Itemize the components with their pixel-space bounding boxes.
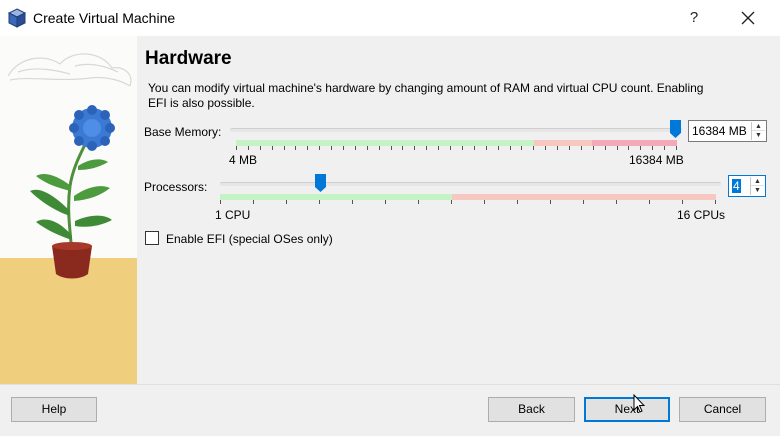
processors-slider-handle[interactable] [315, 174, 326, 192]
slider-tick [581, 146, 582, 150]
base-memory-value: 16384 MB [692, 124, 747, 138]
slider-tick [343, 146, 344, 150]
slider-tick [418, 200, 419, 204]
base-memory-ticks [236, 146, 677, 150]
slider-tick [649, 200, 650, 204]
slider-tick [379, 146, 380, 150]
slider-tick [319, 200, 320, 204]
slider-tick [605, 146, 606, 150]
close-button[interactable] [733, 4, 763, 32]
slider-tick [352, 200, 353, 204]
wizard-illustration [0, 36, 137, 384]
wizard-footer: Help Back Next Cancel [0, 384, 780, 436]
slider-tick [498, 146, 499, 150]
slider-tick [676, 146, 677, 150]
slider-tick [715, 200, 716, 204]
slider-tick [385, 200, 386, 204]
spin-down-icon[interactable]: ▼ [752, 131, 765, 140]
slider-tick [640, 146, 641, 150]
slider-tick [331, 146, 332, 150]
slider-tick [593, 146, 594, 150]
close-icon [741, 11, 755, 25]
processors-value: 4 [732, 179, 741, 193]
base-memory-label: Base Memory: [144, 125, 222, 139]
slider-tick [355, 146, 356, 150]
page-title: Hardware [145, 48, 232, 69]
plant-illustration [0, 36, 137, 384]
slider-tick [307, 146, 308, 150]
base-memory-spin-arrows[interactable]: ▲ ▼ [751, 122, 765, 140]
slider-tick [451, 200, 452, 204]
base-memory-max-label: 16384 MB [629, 153, 684, 167]
slider-tick [664, 146, 665, 150]
slider-tick [682, 200, 683, 204]
slider-tick [260, 146, 261, 150]
next-button[interactable]: Next [584, 397, 670, 422]
slider-tick [628, 146, 629, 150]
slider-tick [426, 146, 427, 150]
base-memory-slider-handle[interactable] [670, 120, 681, 138]
wizard-content: Hardware You can modify virtual machine'… [137, 36, 780, 384]
slider-tick [652, 146, 653, 150]
title-help-button[interactable]: ? [680, 4, 708, 32]
slider-tick [533, 146, 534, 150]
processors-label: Processors: [144, 180, 208, 194]
slider-tick [391, 146, 392, 150]
slider-tick [462, 146, 463, 150]
slider-tick [295, 146, 296, 150]
help-button[interactable]: Help [11, 397, 97, 422]
enable-efi-checkbox[interactable] [145, 231, 159, 245]
slider-tick [486, 146, 487, 150]
slider-tick [272, 146, 273, 150]
slider-tick [367, 146, 368, 150]
base-memory-slider-groove[interactable] [230, 128, 682, 132]
slider-tick [474, 146, 475, 150]
processors-min-label: 1 CPU [215, 208, 251, 222]
processors-spin-arrows[interactable]: ▲ ▼ [750, 177, 764, 195]
base-memory-spinbox[interactable]: 16384 MB ▲ ▼ [688, 120, 767, 142]
slider-tick [545, 146, 546, 150]
cancel-button[interactable]: Cancel [679, 397, 766, 422]
slider-tick [220, 200, 221, 204]
slider-tick [319, 146, 320, 150]
slider-tick [569, 146, 570, 150]
slider-tick [616, 200, 617, 204]
slider-tick [284, 146, 285, 150]
slider-tick [521, 146, 522, 150]
slider-tick [557, 146, 558, 150]
window-title: Create Virtual Machine [33, 10, 176, 26]
slider-tick [236, 146, 237, 150]
slider-tick [517, 200, 518, 204]
spin-up-icon[interactable]: ▲ [752, 122, 765, 131]
virtualbox-cube-icon [7, 8, 27, 28]
slider-tick [450, 146, 451, 150]
processors-max-label: 16 CPUs [677, 208, 726, 222]
slider-tick [550, 200, 551, 204]
enable-efi-label[interactable]: Enable EFI (special OSes only) [166, 232, 333, 246]
slider-tick [617, 146, 618, 150]
slider-tick [414, 146, 415, 150]
processors-spinbox[interactable]: 4 ▲ ▼ [728, 175, 766, 197]
slider-tick [484, 200, 485, 204]
slider-tick [253, 200, 254, 204]
base-memory-min-label: 4 MB [229, 153, 258, 167]
slider-tick [583, 200, 584, 204]
title-bar: Create Virtual Machine ? [0, 0, 780, 36]
slider-tick [286, 200, 287, 204]
slider-tick [248, 146, 249, 150]
spin-down-icon[interactable]: ▼ [751, 186, 764, 195]
slider-tick [402, 146, 403, 150]
processors-slider-groove[interactable] [220, 182, 721, 186]
page-description: You can modify virtual machine's hardwar… [148, 81, 704, 110]
processors-ticks [220, 200, 716, 204]
back-button[interactable]: Back [488, 397, 575, 422]
mouse-cursor-icon [633, 394, 645, 413]
slider-tick [438, 146, 439, 150]
spin-up-icon[interactable]: ▲ [751, 177, 764, 186]
slider-tick [510, 146, 511, 150]
